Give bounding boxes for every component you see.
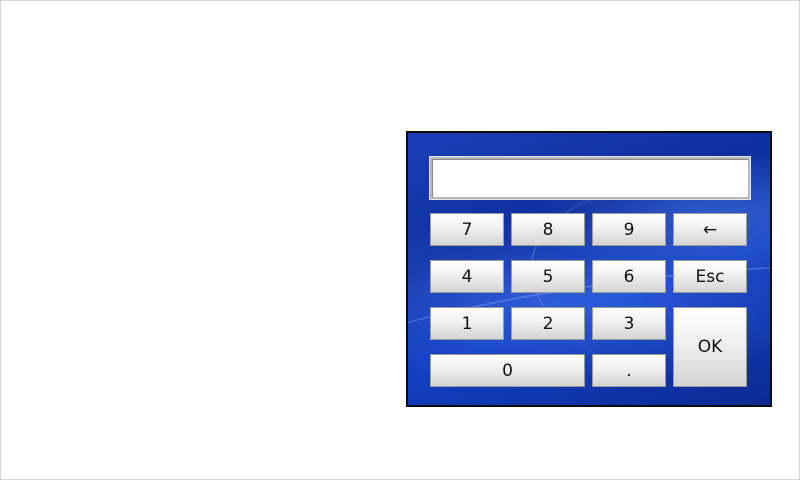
- key-8[interactable]: 8: [511, 213, 585, 246]
- key-3[interactable]: 3: [592, 307, 666, 340]
- decimal-point-button[interactable]: .: [592, 354, 666, 387]
- esc-button[interactable]: Esc: [673, 260, 747, 293]
- backspace-button[interactable]: ←: [673, 213, 747, 246]
- ok-button[interactable]: OK: [673, 307, 747, 387]
- key-4[interactable]: 4: [430, 260, 504, 293]
- key-1[interactable]: 1: [430, 307, 504, 340]
- key-5[interactable]: 5: [511, 260, 585, 293]
- key-7[interactable]: 7: [430, 213, 504, 246]
- numeric-keypad: 7 8 9 ← 4 5 6 Esc 1 2 3 OK 0 .: [406, 131, 772, 407]
- key-2[interactable]: 2: [511, 307, 585, 340]
- key-0[interactable]: 0: [430, 354, 585, 387]
- key-9[interactable]: 9: [592, 213, 666, 246]
- keypad-display[interactable]: [430, 157, 750, 199]
- key-6[interactable]: 6: [592, 260, 666, 293]
